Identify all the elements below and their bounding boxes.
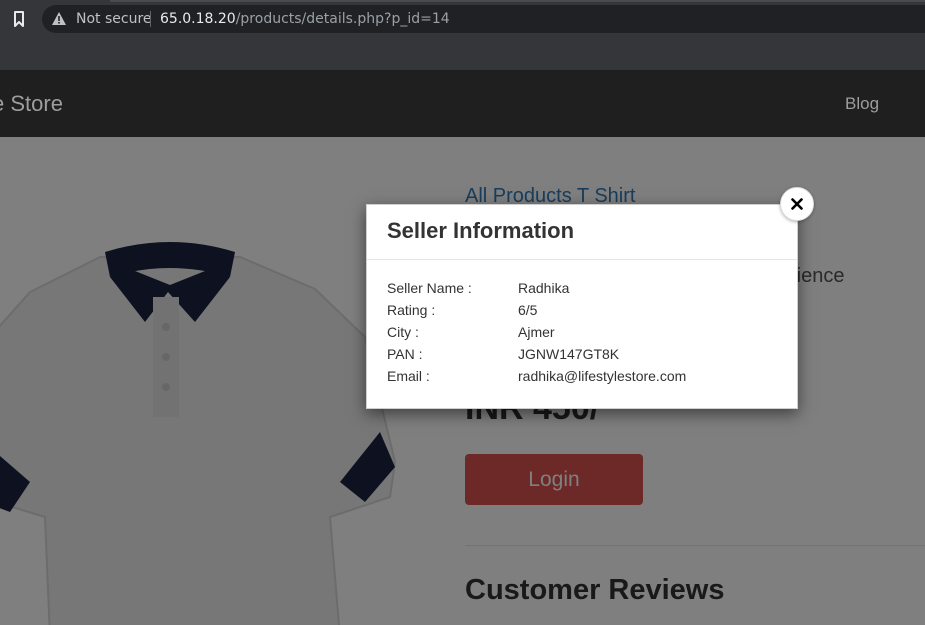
url-host: 65.0.18.20 xyxy=(160,11,236,27)
tab-strip-edge xyxy=(110,0,925,2)
city-label: City : xyxy=(387,324,419,340)
pan-value: JGNW147GT8K xyxy=(518,346,620,362)
close-icon xyxy=(791,198,803,210)
city-row: City : Ajmer xyxy=(387,324,787,346)
seller-name-row: Seller Name : Radhika xyxy=(387,280,787,302)
pan-label: PAN : xyxy=(387,346,423,362)
seller-info-modal: Seller Information Seller Name : Radhika… xyxy=(366,204,798,409)
brand-link[interactable]: e Store xyxy=(0,91,63,117)
email-label: Email : xyxy=(387,368,430,384)
pan-row: PAN : JGNW147GT8K xyxy=(387,346,787,368)
email-value: radhika@lifestylestore.com xyxy=(518,368,687,384)
modal-body: Seller Name : Radhika Rating : 6/5 City … xyxy=(387,280,787,390)
security-status[interactable]: Not secure xyxy=(76,11,152,27)
email-row: Email : radhika@lifestylestore.com xyxy=(387,368,787,390)
modal-title: Seller Information xyxy=(387,218,575,243)
modal-close-button[interactable] xyxy=(780,187,814,221)
seller-name-value: Radhika xyxy=(518,280,570,296)
modal-header: Seller Information xyxy=(367,205,797,260)
nav-blog-link[interactable]: Blog xyxy=(845,94,879,114)
rating-label: Rating : xyxy=(387,302,436,318)
url-text[interactable]: 65.0.18.20/products/details.php?p_id=14 xyxy=(160,11,450,27)
city-value: Ajmer xyxy=(518,324,555,340)
bookmark-icon[interactable] xyxy=(11,10,27,28)
seller-name-label: Seller Name : xyxy=(387,280,472,296)
site-navbar: e Store Blog xyxy=(0,70,925,137)
url-path: /products/details.php?p_id=14 xyxy=(235,11,450,27)
browser-toolbar: Not secure 65.0.18.20/products/details.p… xyxy=(0,0,925,70)
rating-value: 6/5 xyxy=(518,302,538,318)
rating-row: Rating : 6/5 xyxy=(387,302,787,324)
address-bar[interactable]: Not secure 65.0.18.20/products/details.p… xyxy=(42,5,925,33)
warning-icon[interactable] xyxy=(52,12,66,25)
address-separator xyxy=(150,11,151,27)
